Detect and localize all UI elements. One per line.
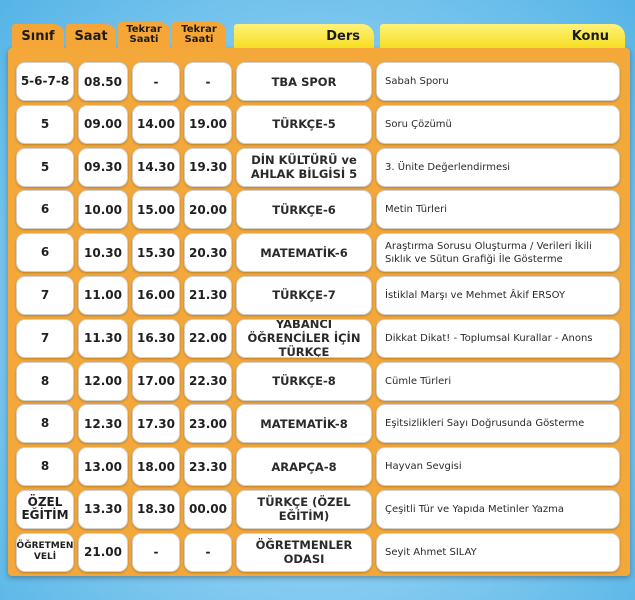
cell-tekrar-1: 16.00 xyxy=(132,275,180,315)
cell-tekrar-2: 19.30 xyxy=(184,147,232,187)
cell-saat: 08.50 xyxy=(78,62,128,101)
cell-sinif: 5-6-7-8 xyxy=(16,62,74,101)
cell-ders: ARAPÇA-8 xyxy=(236,447,372,487)
table-row: 7 11.00 16.00 21.30 TÜRKÇE-7 İstiklal Ma… xyxy=(16,275,620,315)
cell-konu: Soru Çözümü xyxy=(376,104,620,144)
table-row: 7 11.30 16.30 22.00 YABANCI ÖĞRENCİLER İ… xyxy=(16,318,620,358)
cell-tekrar-1: 15.30 xyxy=(132,233,180,273)
cell-saat: 21.00 xyxy=(78,532,128,572)
cell-tekrar-2: - xyxy=(184,532,232,572)
cell-tekrar-1: - xyxy=(132,62,180,101)
cell-ders: TÜRKÇE-5 xyxy=(236,104,372,144)
header-konu: Konu xyxy=(380,24,625,48)
cell-konu: Sabah Sporu xyxy=(376,62,620,101)
cell-tekrar-2: 00.00 xyxy=(184,489,232,529)
cell-tekrar-2: - xyxy=(184,62,232,101)
cell-konu: Seyit Ahmet SILAY xyxy=(376,532,620,572)
cell-tekrar-2: 20.00 xyxy=(184,190,232,230)
header-sinif: Sınıf xyxy=(12,24,64,48)
cell-ders: YABANCI ÖĞRENCİLER İÇİN TÜRKÇE xyxy=(236,318,372,358)
header-ders: Ders xyxy=(234,24,374,48)
table-row: ÖZEL EĞİTİM 13.30 18.30 00.00 TÜRKÇE (ÖZ… xyxy=(16,489,620,529)
cell-konu: Cümle Türleri xyxy=(376,361,620,401)
cell-sinif: ÖĞRETMEN VELİ xyxy=(16,532,74,572)
cell-sinif: 6 xyxy=(16,190,74,230)
cell-saat: 11.30 xyxy=(78,318,128,358)
cell-konu: Dikkat Dikat! - Toplumsal Kurallar - Ano… xyxy=(376,318,620,358)
cell-tekrar-1: 18.30 xyxy=(132,489,180,529)
cell-sinif: 8 xyxy=(16,447,74,487)
cell-tekrar-1: 14.30 xyxy=(132,147,180,187)
table-row: 8 13.00 18.00 23.30 ARAPÇA-8 Hayvan Sevg… xyxy=(16,447,620,487)
cell-saat: 09.30 xyxy=(78,147,128,187)
header-saat: Saat xyxy=(66,24,116,48)
table-row: 5 09.30 14.30 19.30 DİN KÜLTÜRÜ ve AHLAK… xyxy=(16,147,620,187)
cell-ders: TÜRKÇE (ÖZEL EĞİTİM) xyxy=(236,489,372,529)
cell-tekrar-1: 14.00 xyxy=(132,104,180,144)
header-tekrar-saati-1: Tekrar Saati xyxy=(118,22,170,48)
cell-tekrar-2: 20.30 xyxy=(184,233,232,273)
cell-konu: İstiklal Marşı ve Mehmet Âkif ERSOY xyxy=(376,275,620,315)
cell-konu: Araştırma Sorusu Oluşturma / Verileri İk… xyxy=(376,233,620,273)
schedule-rows: 5-6-7-8 08.50 - - TBA SPOR Sabah Sporu 5… xyxy=(16,62,620,576)
cell-saat: 12.30 xyxy=(78,404,128,444)
cell-tekrar-1: 18.00 xyxy=(132,447,180,487)
cell-konu: Çeşitli Tür ve Yapıda Metinler Yazma xyxy=(376,489,620,529)
table-row: 8 12.00 17.00 22.30 TÜRKÇE-8 Cümle Türle… xyxy=(16,361,620,401)
cell-tekrar-1: 16.30 xyxy=(132,318,180,358)
cell-tekrar-2: 21.30 xyxy=(184,275,232,315)
cell-ders: MATEMATİK-6 xyxy=(236,233,372,273)
cell-ders: TÜRKÇE-6 xyxy=(236,190,372,230)
cell-ders: MATEMATİK-8 xyxy=(236,404,372,444)
cell-tekrar-1: 17.00 xyxy=(132,361,180,401)
cell-sinif: 8 xyxy=(16,361,74,401)
cell-saat: 13.00 xyxy=(78,447,128,487)
cell-ders: DİN KÜLTÜRÜ ve AHLAK BİLGİSİ 5 xyxy=(236,147,372,187)
cell-ders: TÜRKÇE-8 xyxy=(236,361,372,401)
cell-ders: TBA SPOR xyxy=(236,62,372,101)
cell-konu: Hayvan Sevgisi xyxy=(376,447,620,487)
header-tekrar-saati-2: Tekrar Saati xyxy=(172,22,226,48)
table-row: 6 10.00 15.00 20.00 TÜRKÇE-6 Metin Türle… xyxy=(16,190,620,230)
cell-tekrar-2: 22.00 xyxy=(184,318,232,358)
cell-ders: TÜRKÇE-7 xyxy=(236,275,372,315)
cell-ders: ÖĞRETMENLER ODASI xyxy=(236,532,372,572)
cell-konu: Eşitsizlikleri Sayı Doğrusunda Gösterme xyxy=(376,404,620,444)
table-row: 5-6-7-8 08.50 - - TBA SPOR Sabah Sporu xyxy=(16,62,620,101)
cell-saat: 12.00 xyxy=(78,361,128,401)
cell-sinif: 5 xyxy=(16,104,74,144)
table-row: 8 12.30 17.30 23.00 MATEMATİK-8 Eşitsizl… xyxy=(16,404,620,444)
cell-sinif: ÖZEL EĞİTİM xyxy=(16,489,74,529)
cell-sinif: 7 xyxy=(16,275,74,315)
cell-tekrar-1: - xyxy=(132,532,180,572)
cell-konu: Metin Türleri xyxy=(376,190,620,230)
cell-saat: 11.00 xyxy=(78,275,128,315)
cell-sinif: 8 xyxy=(16,404,74,444)
cell-tekrar-1: 17.30 xyxy=(132,404,180,444)
cell-sinif: 6 xyxy=(16,233,74,273)
table-row: 5 09.00 14.00 19.00 TÜRKÇE-5 Soru Çözümü xyxy=(16,104,620,144)
cell-saat: 09.00 xyxy=(78,104,128,144)
cell-sinif: 7 xyxy=(16,318,74,358)
table-row: ÖĞRETMEN VELİ 21.00 - - ÖĞRETMENLER ODAS… xyxy=(16,532,620,572)
cell-saat: 13.30 xyxy=(78,489,128,529)
table-row: 6 10.30 15.30 20.30 MATEMATİK-6 Araştırm… xyxy=(16,233,620,273)
cell-tekrar-2: 22.30 xyxy=(184,361,232,401)
cell-tekrar-2: 19.00 xyxy=(184,104,232,144)
cell-tekrar-2: 23.00 xyxy=(184,404,232,444)
cell-tekrar-2: 23.30 xyxy=(184,447,232,487)
cell-konu: 3. Ünite Değerlendirmesi xyxy=(376,147,620,187)
cell-sinif: 5 xyxy=(16,147,74,187)
cell-saat: 10.30 xyxy=(78,233,128,273)
cell-tekrar-1: 15.00 xyxy=(132,190,180,230)
cell-saat: 10.00 xyxy=(78,190,128,230)
